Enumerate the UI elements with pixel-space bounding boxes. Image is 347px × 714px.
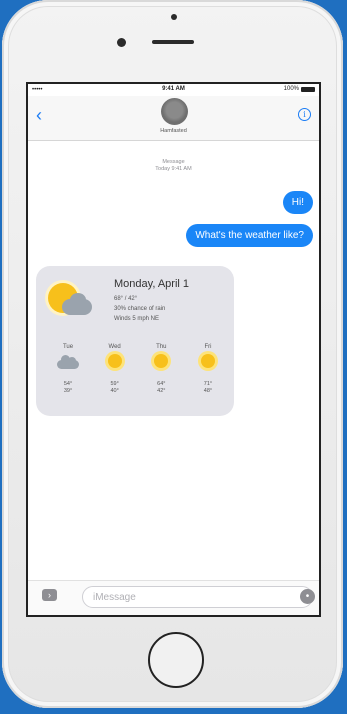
chevron-left-icon[interactable]: ‹ bbox=[36, 106, 42, 124]
microphone-icon[interactable]: • bbox=[300, 589, 315, 604]
sun-icon bbox=[154, 354, 169, 368]
message-input[interactable] bbox=[82, 586, 313, 608]
earpiece-speaker bbox=[152, 40, 194, 44]
contact-name[interactable]: Hamfasted bbox=[28, 128, 319, 134]
forecast-low: 48° bbox=[203, 388, 213, 394]
weather-card[interactable]: Monday, April 1 68° / 42° 30% chance of … bbox=[36, 266, 234, 416]
forecast-day-label: Tue bbox=[62, 344, 74, 350]
forecast-high: 54° bbox=[63, 381, 73, 387]
avatar[interactable] bbox=[161, 98, 188, 125]
forecast-day: Thu 64° 42° bbox=[143, 344, 179, 395]
conversation-header: ‹ Hamfasted i bbox=[28, 96, 319, 141]
status-time: 9:41 AM bbox=[162, 86, 185, 92]
cloud-icon bbox=[62, 299, 92, 315]
forecast-day-label: Wed bbox=[108, 344, 121, 350]
forecast-low: 39° bbox=[63, 388, 73, 394]
phone-frame: ••••• 9:41 AM 100% ‹ Hamfasted i Message… bbox=[2, 0, 343, 708]
forecast-high: 59° bbox=[110, 381, 119, 387]
forecast-day: Fri 71° 48° bbox=[190, 344, 226, 395]
forecast-high: 64° bbox=[157, 381, 166, 387]
info-icon[interactable]: i bbox=[298, 108, 311, 121]
battery-icon bbox=[301, 86, 315, 92]
front-camera bbox=[117, 38, 126, 47]
forecast-high: 71° bbox=[203, 381, 213, 387]
service-label: Message bbox=[162, 159, 185, 165]
weather-date-title: Monday, April 1 bbox=[114, 278, 190, 290]
message-bubble-outgoing[interactable]: Hi! bbox=[282, 191, 313, 214]
battery-indicator: 100% bbox=[284, 86, 315, 92]
weather-rain-chance: 30% chance of rain bbox=[114, 306, 166, 312]
sun-icon bbox=[107, 354, 122, 368]
home-button[interactable] bbox=[148, 632, 204, 688]
forecast-low: 42° bbox=[157, 388, 166, 394]
partly-cloudy-icon bbox=[46, 281, 94, 323]
timestamp-label: Today 9:41 AM bbox=[155, 166, 192, 172]
thread-meta: Message Today 9:41 AM bbox=[28, 159, 319, 173]
battery-percent: 100% bbox=[283, 86, 299, 92]
cloud-icon bbox=[57, 354, 79, 370]
weather-temps: 68° / 42° bbox=[114, 296, 138, 302]
weather-winds: Winds 5 mph NE bbox=[114, 316, 160, 322]
camera-icon[interactable]: › bbox=[42, 589, 57, 601]
forecast-day: Wed 59° 40° bbox=[97, 344, 133, 395]
message-composer: › • bbox=[28, 580, 319, 615]
forecast-day-label: Fri bbox=[204, 344, 212, 350]
forecast-row: Tue 54° 39° Wed 59° 40° Thu 64° 42° Fri … bbox=[50, 344, 226, 395]
status-bar: ••••• 9:41 AM 100% bbox=[28, 84, 319, 96]
messages-screen: ••••• 9:41 AM 100% ‹ Hamfasted i Message… bbox=[26, 82, 321, 617]
sensor-dot bbox=[171, 14, 177, 20]
forecast-day: Tue 54° 39° bbox=[50, 344, 86, 395]
forecast-low: 40° bbox=[110, 388, 119, 394]
sun-icon bbox=[200, 354, 215, 368]
forecast-day-label: Thu bbox=[156, 344, 167, 350]
message-bubble-outgoing[interactable]: What's the weather like? bbox=[186, 224, 313, 247]
